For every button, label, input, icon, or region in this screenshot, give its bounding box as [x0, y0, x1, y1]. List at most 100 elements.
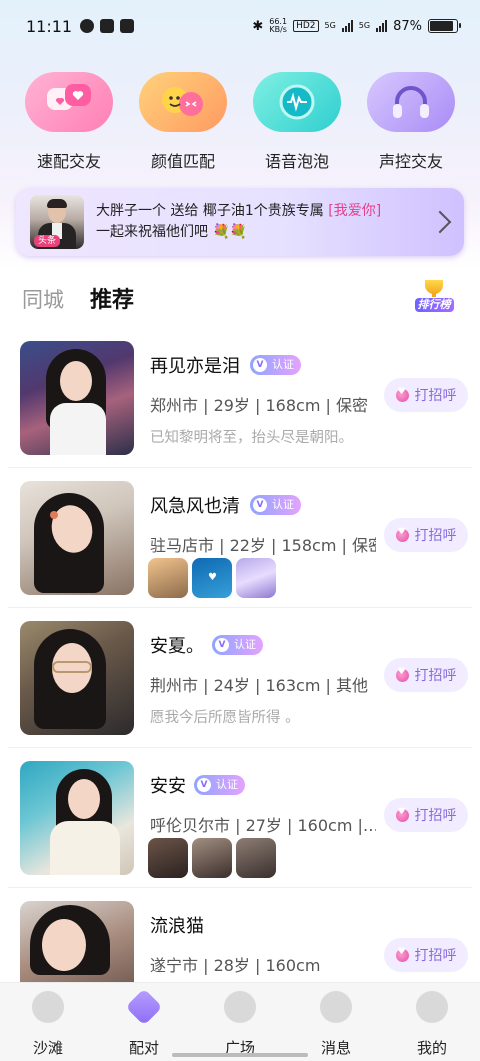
photo-thumbnails: ♥: [148, 558, 276, 598]
bottom-navigation: 沙滩 配对 广场 消息 我的: [0, 982, 480, 1061]
hair-clip: [50, 511, 58, 519]
user-card[interactable]: 安安 V 认证 呼伦贝尔市 | 27岁 | 160cm |… 打招呼: [8, 748, 472, 888]
feature-face-match[interactable]: 颜值匹配: [133, 72, 233, 172]
signal-icon: [341, 20, 353, 32]
feature-voice-control[interactable]: 声控交友: [361, 72, 461, 172]
status-notification-icons: [80, 19, 135, 33]
chat-hearts-icon: [25, 72, 113, 132]
feature-label: 速配交友: [36, 152, 101, 171]
headline-banner[interactable]: 头条 大胖子一个 送给 椰子油1个贵族专属 [我爱你] 一起来祝福他们吧 💐💐: [16, 188, 464, 256]
user-card[interactable]: 再见亦是泪 V 认证 郑州市 | 29岁 | 168cm | 保密 已知黎明将至，…: [8, 328, 472, 468]
robot-app-icon: [120, 19, 135, 33]
verified-badge: V 认证: [250, 355, 301, 375]
nav-label: 配对: [128, 1039, 159, 1057]
nav-label: 我的: [416, 1039, 447, 1057]
net-speed: 66.1 KB/s: [269, 18, 287, 34]
user-card[interactable]: 风急风也清 V 认证 驻马店市 | 22岁 | 158cm | 保密 ♥ 打招呼: [8, 468, 472, 608]
message-icon: [320, 991, 352, 1023]
user-photo[interactable]: [20, 481, 134, 595]
verified-badge: V 认证: [250, 495, 301, 515]
greet-button[interactable]: 打招呼: [384, 378, 468, 412]
ranking-label: 排行榜: [414, 298, 454, 312]
heart-icon: [395, 947, 409, 962]
photo-thumbnail[interactable]: ♥: [192, 558, 232, 598]
verified-badge: V 认证: [212, 635, 263, 655]
planet-icon: [224, 991, 256, 1023]
battery-percent: 87%: [393, 18, 422, 34]
photo-thumbnail[interactable]: [148, 838, 188, 878]
glasses: [52, 661, 92, 673]
nav-messages[interactable]: 消息: [296, 991, 376, 1058]
banner-text-main: 大胖子一个 送给 椰子油1个贵族专属: [96, 203, 324, 219]
user-name: 安安: [150, 776, 186, 797]
greet-button[interactable]: 打招呼: [384, 938, 468, 972]
profile-icon: [416, 991, 448, 1023]
user-info: 遂宁市 | 28岁 | 160cm: [150, 956, 321, 975]
headline-tag: 头条: [34, 235, 61, 247]
feature-label: 颜值匹配: [150, 152, 215, 171]
user-name: 安夏。: [150, 636, 204, 657]
user-bio: 已知黎明将至，抬头尽是朝阳。: [150, 430, 353, 446]
avatar-hair: [47, 199, 67, 208]
ranking-button[interactable]: 排行榜: [412, 280, 456, 314]
banner-highlight: [我爱你]: [328, 203, 382, 219]
photo-face: [60, 361, 92, 401]
trophy-icon: [425, 280, 443, 297]
greet-button[interactable]: 打招呼: [384, 658, 468, 692]
tab-local[interactable]: 同城: [22, 284, 64, 314]
greet-label: 打招呼: [414, 948, 457, 964]
user-photo[interactable]: [20, 901, 134, 982]
user-bio: 愿我今后所愿皆所得 。: [150, 710, 300, 726]
faces-icon: [139, 72, 227, 132]
banner-text-second: 一起来祝福他们吧: [96, 224, 208, 240]
puzzle-icon: [125, 988, 163, 1026]
user-info: 荆州市 | 24岁 | 163cm | 其他: [150, 676, 368, 695]
feature-label: 语音泡泡: [264, 152, 329, 171]
heart-icon: [395, 387, 409, 402]
verified-label: 认证: [234, 638, 256, 651]
user-photo[interactable]: [20, 621, 134, 735]
nav-square[interactable]: 广场: [200, 991, 280, 1058]
list-tabs: 同城 推荐: [22, 282, 134, 314]
voice-wave-icon: [253, 72, 341, 132]
heart-icon: [395, 527, 409, 542]
nav-beach[interactable]: 沙滩: [8, 991, 88, 1058]
photo-thumbnail[interactable]: [148, 558, 188, 598]
status-system-icons: ✱ 66.1 KB/s HD2 5G 5G 87%: [252, 18, 461, 34]
photo-face: [42, 919, 86, 971]
signal-icon-2: [376, 20, 388, 32]
user-card[interactable]: 安夏。 V 认证 荆州市 | 24岁 | 163cm | 其他 愿我今后所愿皆所得…: [8, 608, 472, 748]
greet-label: 打招呼: [414, 808, 457, 824]
greet-button[interactable]: 打招呼: [384, 518, 468, 552]
banner-avatar: 头条: [30, 195, 84, 249]
fire-app-icon: [80, 19, 95, 33]
chevron-right-icon[interactable]: [428, 210, 452, 234]
user-name: 再见亦是泪: [150, 356, 240, 377]
feature-speed-dating[interactable]: 速配交友: [19, 72, 119, 172]
user-list[interactable]: 再见亦是泪 V 认证 郑州市 | 29岁 | 168cm | 保密 已知黎明将至，…: [0, 328, 480, 982]
user-card[interactable]: 流浪猫 遂宁市 | 28岁 | 160cm 打招呼: [8, 888, 472, 982]
sim2-label: 5G: [358, 21, 371, 30]
photo-shirt: [50, 821, 120, 875]
bluetooth-icon: ✱: [252, 18, 264, 34]
tab-recommended[interactable]: 推荐: [90, 282, 134, 314]
user-photo[interactable]: [20, 761, 134, 875]
nav-match[interactable]: 配对: [104, 988, 184, 1058]
verified-icon: V: [197, 778, 211, 792]
verified-icon: V: [253, 498, 267, 512]
nav-profile[interactable]: 我的: [392, 991, 472, 1058]
photo-shirt: [50, 403, 106, 455]
bouquet-icon: 💐💐: [212, 224, 248, 240]
heart-icon: [395, 667, 409, 682]
home-indicator[interactable]: [172, 1053, 308, 1057]
greet-button[interactable]: 打招呼: [384, 798, 468, 832]
feature-voice-bubble[interactable]: 语音泡泡: [247, 72, 347, 172]
user-photo[interactable]: [20, 341, 134, 455]
battery-icon: [428, 19, 461, 33]
verified-label: 认证: [272, 358, 294, 371]
photo-thumbnail[interactable]: [192, 838, 232, 878]
status-bar: 11:11 ✱ 66.1 KB/s HD2 5G 5G 87%: [0, 0, 480, 52]
photo-thumbnail[interactable]: [236, 838, 276, 878]
feature-label: 声控交友: [378, 152, 443, 171]
photo-thumbnail[interactable]: [236, 558, 276, 598]
